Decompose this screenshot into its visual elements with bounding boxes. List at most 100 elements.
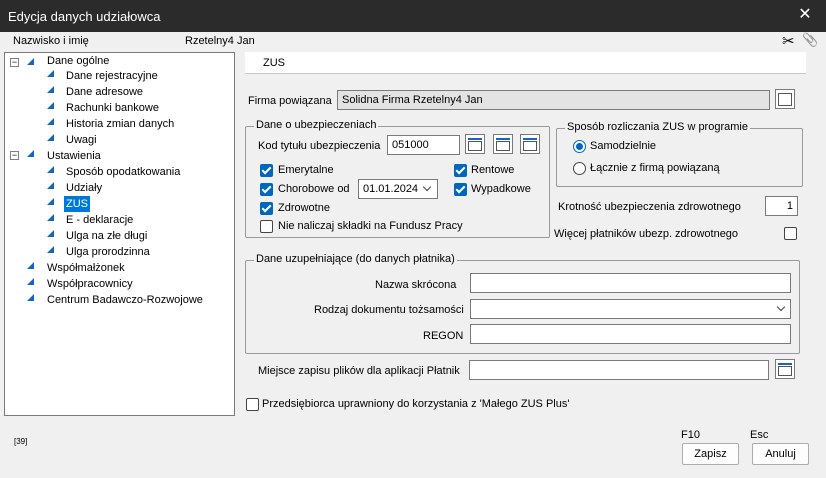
nie-naliczaj-checkbox[interactable] xyxy=(260,220,273,233)
collapse-icon[interactable]: − xyxy=(10,58,19,67)
save-button[interactable]: Zapisz xyxy=(682,443,739,465)
list-box-icon xyxy=(468,141,482,151)
zdrowotne-label: Zdrowotne xyxy=(278,202,330,214)
header-row: Nazwisko i imię Rzetelny4 Jan ✂ 📎 xyxy=(0,32,826,52)
node-icon xyxy=(47,70,54,77)
tree-item-ulga-zle-dlugi[interactable]: Ulga na złe długi xyxy=(66,228,147,244)
krotnosc-field[interactable]: 1 xyxy=(765,196,798,216)
name-label: Nazwisko i imię xyxy=(13,35,89,47)
tree-item-dane-ogolne[interactable]: Dane ogólne xyxy=(47,53,109,69)
folder-bar-icon xyxy=(778,363,792,365)
maly-zus-label: Przedsiębiorca uprawniony do korzystania… xyxy=(262,398,570,410)
rentowe-checkbox[interactable] xyxy=(454,164,467,177)
lacznie-radio[interactable] xyxy=(573,162,586,175)
node-icon xyxy=(47,134,54,141)
wypadkowe-label: Wypadkowe xyxy=(471,183,531,195)
node-icon xyxy=(27,262,34,269)
miejsce-browse-button[interactable] xyxy=(775,359,795,379)
firma-select-button[interactable] xyxy=(775,89,795,109)
wiecej-checkbox[interactable] xyxy=(784,227,797,240)
maly-zus-checkbox[interactable] xyxy=(246,398,259,411)
firma-field[interactable]: Solidna Firma Rzetelny4 Jan xyxy=(337,90,770,110)
tree-item-historia-zmian[interactable]: Historia zmian danych xyxy=(66,116,174,132)
cancel-shortcut: Esc xyxy=(750,429,769,441)
cancel-button[interactable]: Anuluj xyxy=(752,443,809,465)
collapse-icon[interactable]: − xyxy=(10,151,19,160)
scissors-icon[interactable]: ✂ xyxy=(782,32,795,50)
chevron-down-icon xyxy=(776,302,786,312)
nazwa-label: Nazwa skrócona xyxy=(375,279,457,291)
samodzielnie-radio[interactable] xyxy=(573,140,586,153)
chorobowe-label: Chorobowe od xyxy=(278,183,350,195)
rodzaj-dropdown[interactable] xyxy=(470,299,791,319)
tree-item-ustawienia[interactable]: Ustawienia xyxy=(47,148,101,164)
tree-item-centrum-br[interactable]: Centrum Badawczo-Rozwojowe xyxy=(47,292,203,308)
node-icon xyxy=(47,214,54,221)
lookup-icon xyxy=(778,93,792,106)
samodzielnie-label: Samodzielnie xyxy=(590,140,657,152)
emerytalne-checkbox[interactable] xyxy=(260,164,273,177)
tree-item-rachunki-bankowe[interactable]: Rachunki bankowe xyxy=(66,100,159,116)
krotnosc-label: Krotność ubezpieczenia zdrowotnego xyxy=(558,201,741,213)
tree-item-wspolmalzonek[interactable]: Współmałżonek xyxy=(47,260,125,276)
list-box-icon xyxy=(496,141,510,151)
tree-item-sposob-opodatkowania[interactable]: Sposób opodatkowania xyxy=(66,164,180,180)
tree-item-udzialy[interactable]: Udziały xyxy=(66,180,102,196)
kod-edit-button[interactable] xyxy=(520,134,540,154)
name-value: Rzetelny4 Jan xyxy=(185,35,255,47)
ubezpieczenia-group: Dane o ubezpieczeniach Kod tytułu ubezpi… xyxy=(245,119,550,238)
kod-field[interactable]: 051000 xyxy=(387,135,460,155)
node-icon xyxy=(47,246,54,253)
wiecej-label: Więcej płatników ubezp. zdrowotnego xyxy=(554,228,739,240)
zdrowotne-checkbox[interactable] xyxy=(260,202,273,215)
emerytalne-label: Emerytalne xyxy=(278,164,334,176)
navigation-tree: − Dane ogólne Dane rejestracyjne Dane ad… xyxy=(4,52,235,416)
title-bar: Edycja danych udziałowca ✕ xyxy=(0,0,826,32)
rodzaj-label: Rodzaj dokumentu tożsamości xyxy=(314,304,464,316)
kod-list-button[interactable] xyxy=(493,134,513,154)
kod-lookup-button[interactable] xyxy=(465,134,485,154)
node-icon xyxy=(27,294,34,301)
close-icon[interactable]: ✕ xyxy=(794,5,816,25)
regon-label: REGON xyxy=(423,330,464,342)
ubezpieczenia-legend: Dane o ubezpieczeniach xyxy=(254,119,379,131)
node-icon xyxy=(47,102,54,109)
node-icon xyxy=(27,278,34,285)
list-icon xyxy=(468,138,482,140)
chorobowe-date-picker[interactable]: 01.01.2024 xyxy=(358,179,438,199)
list-icon xyxy=(496,138,510,140)
sposob-legend: Sposób rozliczania ZUS w programie xyxy=(565,121,750,133)
list-icon xyxy=(523,138,537,140)
tree-item-zus[interactable]: ZUS xyxy=(64,196,90,212)
tree-item-wspolpracownicy[interactable]: Współpracownicy xyxy=(47,276,133,292)
paperclip-icon[interactable]: 📎 xyxy=(802,32,818,48)
miejsce-field[interactable] xyxy=(469,360,769,380)
miejsce-label: Miejsce zapisu plików dla aplikacji Płat… xyxy=(258,365,460,377)
record-code: [39] xyxy=(14,437,28,446)
tree-item-e-deklaracje[interactable]: E - deklaracje xyxy=(66,212,133,228)
chorobowe-checkbox[interactable] xyxy=(260,183,273,196)
folder-icon xyxy=(27,58,34,65)
nazwa-field[interactable] xyxy=(470,273,791,293)
regon-field[interactable] xyxy=(470,324,791,344)
nie-naliczaj-label: Nie naliczaj składki na Fundusz Pracy xyxy=(278,220,463,232)
tree-item-dane-rejestracyjne[interactable]: Dane rejestracyjne xyxy=(66,68,158,84)
list-box-icon xyxy=(523,141,537,151)
section-title: ZUS xyxy=(263,57,285,69)
node-icon xyxy=(47,166,54,173)
node-icon xyxy=(47,182,54,189)
tree-item-ulga-prorodzinna[interactable]: Ulga prorodzinna xyxy=(66,244,150,260)
sposob-group: Sposób rozliczania ZUS w programie Samod… xyxy=(556,121,803,187)
tree-item-uwagi[interactable]: Uwagi xyxy=(66,132,97,148)
node-icon xyxy=(47,86,54,93)
section-header: ZUS xyxy=(245,52,806,74)
tree-item-dane-adresowe[interactable]: Dane adresowe xyxy=(66,84,143,100)
window-title: Edycja danych udziałowca xyxy=(8,9,161,24)
node-icon xyxy=(47,118,54,125)
save-shortcut: F10 xyxy=(681,429,700,441)
uzupelniajace-group: Dane uzupełniające (do danych płatnika) … xyxy=(245,253,800,354)
firma-label: Firma powiązana xyxy=(248,95,332,107)
wypadkowe-checkbox[interactable] xyxy=(454,183,467,196)
lacznie-label: Łącznie z firmą powiązaną xyxy=(590,162,720,174)
uzupelniajace-legend: Dane uzupełniające (do danych płatnika) xyxy=(254,253,457,265)
